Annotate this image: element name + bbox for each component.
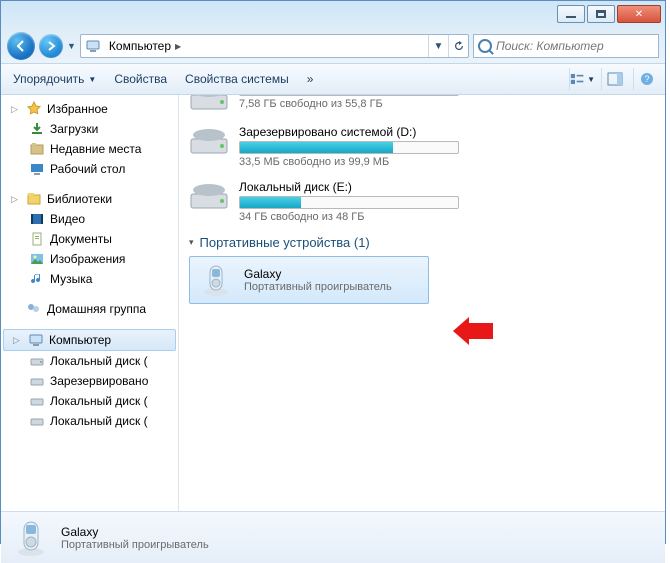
player-icon bbox=[11, 518, 51, 558]
drive-name: Локальный диск (E:) bbox=[239, 180, 459, 194]
svg-text:?: ? bbox=[644, 74, 649, 84]
properties-button[interactable]: Свойства bbox=[108, 70, 173, 88]
close-button[interactable]: ✕ bbox=[617, 5, 661, 23]
toolbar: Упорядочить▼ Свойства Свойства системы »… bbox=[1, 63, 665, 95]
toolbar-overflow[interactable]: » bbox=[301, 70, 320, 88]
portable-devices-header[interactable]: ▾ Портативные устройства (1) bbox=[189, 235, 655, 250]
tree-recent[interactable]: Недавние места bbox=[1, 139, 178, 159]
arrow-right-icon bbox=[45, 40, 57, 52]
collapse-icon: ▾ bbox=[189, 237, 194, 248]
drive-icon bbox=[29, 413, 45, 429]
help-icon: ? bbox=[640, 72, 654, 86]
drive-icon bbox=[189, 180, 229, 212]
drive-icon bbox=[29, 393, 45, 409]
pane-icon bbox=[607, 72, 623, 86]
search-icon bbox=[478, 39, 492, 53]
drive-item[interactable]: 7,58 ГБ свободно из 55,8 ГБ bbox=[189, 95, 655, 113]
documents-icon bbox=[29, 231, 45, 247]
address-bar[interactable]: Компьютер ▶ ▼ bbox=[80, 34, 469, 58]
main-pane: 7,58 ГБ свободно из 55,8 ГБ Зарезервиров… bbox=[179, 95, 665, 511]
tree-videos[interactable]: Видео bbox=[1, 209, 178, 229]
drive-name: Зарезервировано системой (D:) bbox=[239, 125, 459, 139]
computer-icon bbox=[28, 332, 44, 348]
drive-icon bbox=[189, 125, 229, 157]
tree-disk-e[interactable]: Локальный диск ( bbox=[1, 391, 178, 411]
homegroup-icon bbox=[26, 301, 42, 317]
tree-favorites[interactable]: ▷ Избранное bbox=[1, 99, 178, 119]
drive-item[interactable]: Зарезервировано системой (D:) 33,5 МБ св… bbox=[189, 125, 655, 168]
device-subtitle: Портативный проигрыватель bbox=[244, 281, 392, 293]
library-icon bbox=[26, 191, 42, 207]
help-button[interactable]: ? bbox=[633, 68, 659, 90]
breadcrumb-segment[interactable]: Компьютер ▶ bbox=[105, 35, 185, 57]
recent-icon bbox=[29, 141, 45, 157]
explorer-window: ✕ ▼ Компьютер ▶ ▼ bbox=[0, 0, 666, 544]
navigation-pane: ▷ Избранное Загрузки Недавние места Рабо… bbox=[1, 95, 179, 511]
tree-computer[interactable]: ▷ Компьютер bbox=[3, 329, 176, 351]
history-dropdown[interactable]: ▼ bbox=[67, 41, 76, 51]
tree-desktop[interactable]: Рабочий стол bbox=[1, 159, 178, 179]
computer-icon bbox=[85, 38, 101, 54]
drive-icon bbox=[29, 373, 45, 389]
system-properties-button[interactable]: Свойства системы bbox=[179, 70, 295, 88]
details-pane: Galaxy Портативный проигрыватель bbox=[1, 511, 665, 563]
organize-menu[interactable]: Упорядочить▼ bbox=[7, 70, 102, 88]
arrow-left-icon bbox=[14, 39, 28, 53]
view-options-button[interactable]: ▼ bbox=[569, 68, 595, 90]
forward-button[interactable] bbox=[39, 34, 63, 58]
music-icon bbox=[29, 271, 45, 287]
tree-downloads[interactable]: Загрузки bbox=[1, 119, 178, 139]
video-icon bbox=[29, 211, 45, 227]
minimize-button[interactable] bbox=[557, 5, 585, 23]
address-dropdown[interactable]: ▼ bbox=[428, 35, 448, 57]
tree-pictures[interactable]: Изображения bbox=[1, 249, 178, 269]
download-icon bbox=[29, 121, 45, 137]
tree-disk-c[interactable]: Локальный диск ( bbox=[1, 351, 178, 371]
preview-pane-button[interactable] bbox=[601, 68, 627, 90]
device-galaxy[interactable]: Galaxy Портативный проигрыватель bbox=[189, 256, 429, 304]
refresh-icon bbox=[453, 40, 465, 52]
titlebar: ✕ bbox=[1, 1, 665, 29]
content-area: ▷ Избранное Загрузки Недавние места Рабо… bbox=[1, 95, 665, 511]
view-icon bbox=[570, 72, 585, 86]
search-placeholder: Поиск: Компьютер bbox=[496, 39, 604, 53]
desktop-icon bbox=[29, 161, 45, 177]
drive-icon bbox=[189, 95, 229, 113]
drive-free-text: 7,58 ГБ свободно из 55,8 ГБ bbox=[239, 98, 459, 110]
chevron-right-icon: ▶ bbox=[175, 42, 181, 51]
drive-item[interactable]: Локальный диск (E:) 34 ГБ свободно из 48… bbox=[189, 180, 655, 223]
drive-free-text: 33,5 МБ свободно из 99,9 МБ bbox=[239, 156, 459, 168]
drive-icon bbox=[29, 353, 45, 369]
tree-libraries[interactable]: ▷ Библиотеки bbox=[1, 189, 178, 209]
back-button[interactable] bbox=[7, 32, 35, 60]
tree-homegroup[interactable]: Домашняя группа bbox=[1, 299, 178, 319]
player-icon bbox=[198, 262, 234, 298]
navbar: ▼ Компьютер ▶ ▼ Поиск: Компьютер bbox=[1, 29, 665, 63]
breadcrumb-label: Компьютер bbox=[109, 39, 171, 53]
tree-music[interactable]: Музыка bbox=[1, 269, 178, 289]
refresh-button[interactable] bbox=[448, 35, 468, 57]
search-input[interactable]: Поиск: Компьютер bbox=[473, 34, 659, 58]
tree-disk-d[interactable]: Зарезервировано bbox=[1, 371, 178, 391]
drive-free-text: 34 ГБ свободно из 48 ГБ bbox=[239, 211, 459, 223]
status-subtitle: Портативный проигрыватель bbox=[61, 539, 209, 551]
callout-arrow-icon bbox=[453, 317, 493, 345]
status-name: Galaxy bbox=[61, 525, 209, 539]
star-icon bbox=[26, 101, 42, 117]
tree-disk-f[interactable]: Локальный диск ( bbox=[1, 411, 178, 431]
tree-documents[interactable]: Документы bbox=[1, 229, 178, 249]
maximize-button[interactable] bbox=[587, 5, 615, 23]
pictures-icon bbox=[29, 251, 45, 267]
device-name: Galaxy bbox=[244, 267, 392, 281]
